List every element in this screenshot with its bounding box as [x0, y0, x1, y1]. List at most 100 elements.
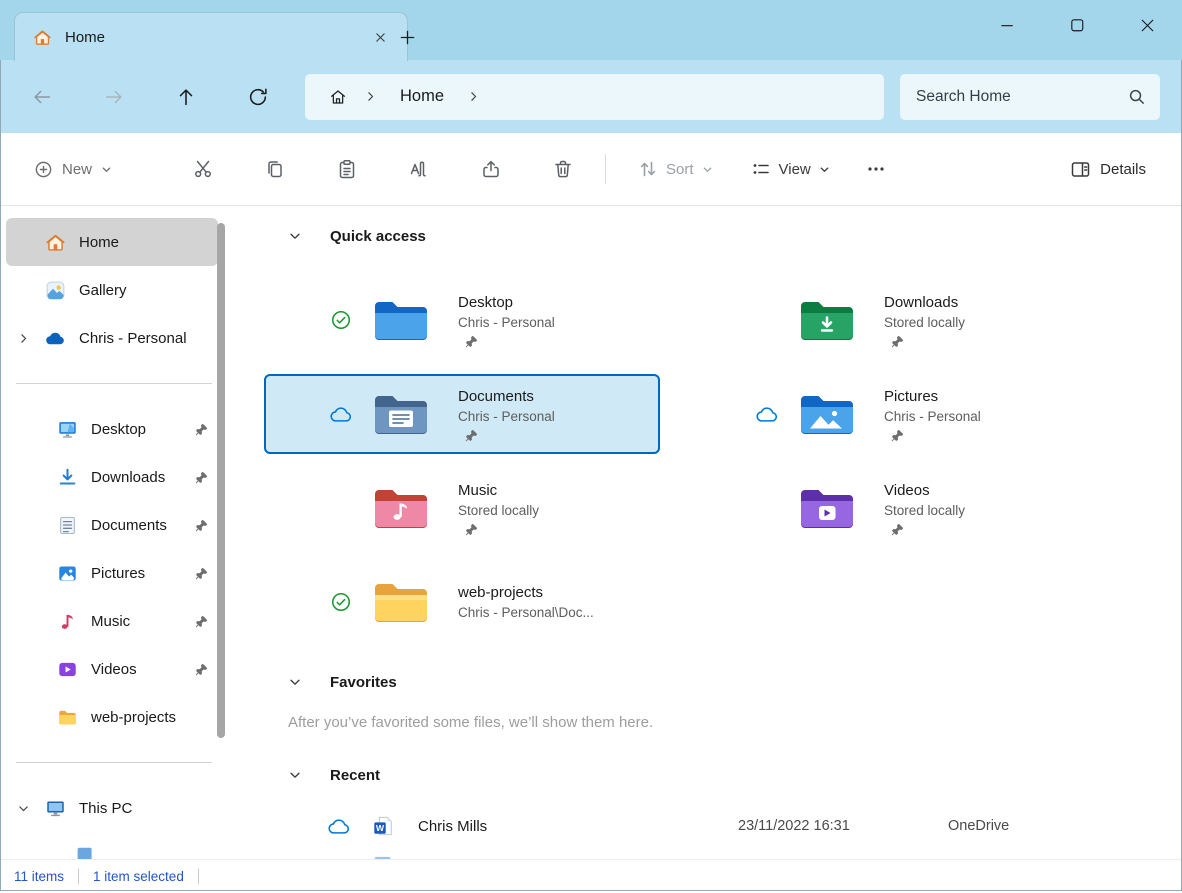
sort-icon	[638, 159, 658, 179]
sidebar-item-web-projects[interactable]: web-projects	[6, 693, 218, 741]
breadcrumb[interactable]: Home	[305, 74, 884, 120]
recent-file-row-partial[interactable]	[264, 855, 1182, 859]
chevron-down-icon[interactable]	[288, 229, 302, 243]
file-icon	[372, 855, 394, 859]
status-bar: 11 items 1 item selected	[0, 859, 1182, 893]
item-count: 11 items	[14, 869, 64, 884]
details-pane-icon	[1070, 159, 1091, 180]
tile-subtitle: Stored locally	[884, 501, 965, 520]
downloads-icon	[55, 467, 79, 488]
sidebar-item-label: Gallery	[79, 282, 208, 299]
more-options-button[interactable]	[856, 149, 896, 189]
close-icon	[1137, 15, 1158, 36]
cut-icon	[193, 159, 213, 179]
downloads-folder-icon	[798, 297, 856, 343]
chevron-down-icon	[819, 164, 830, 175]
chevron-down-icon	[702, 164, 713, 175]
tile-name: Pictures	[884, 387, 981, 407]
recent-file-row[interactable]: W Chris Mills 23/11/2022 16:31 OneDrive	[264, 803, 1182, 849]
pin-icon	[195, 663, 208, 676]
sidebar-scrollbar[interactable]	[217, 223, 225, 738]
details-button[interactable]: Details	[1058, 150, 1158, 189]
chevron-down-icon[interactable]	[288, 768, 302, 782]
rename-icon	[409, 159, 429, 179]
tab-home[interactable]: Home	[14, 12, 408, 61]
share-button[interactable]	[469, 147, 513, 191]
copy-button[interactable]	[253, 147, 297, 191]
back-button[interactable]	[20, 75, 64, 119]
sidebar-item-home[interactable]: Home	[6, 218, 218, 266]
sidebar-item-this-pc[interactable]: This PC	[6, 784, 218, 832]
sidebar-item-label: Music	[91, 613, 183, 630]
sync-status-icon	[328, 591, 354, 613]
paste-button[interactable]	[325, 147, 369, 191]
view-button[interactable]: View	[739, 150, 842, 188]
sidebar-item-gallery[interactable]: Gallery	[6, 266, 218, 314]
pictures-folder-icon	[798, 391, 856, 437]
minimize-button[interactable]	[972, 0, 1042, 50]
forward-icon	[103, 86, 125, 108]
pin-icon	[465, 429, 478, 442]
close-button[interactable]	[1112, 0, 1182, 50]
search-icon[interactable]	[1127, 87, 1146, 106]
tile-desktop[interactable]: Desktop Chris - Personal	[264, 280, 660, 360]
selection-count: 1 item selected	[93, 869, 184, 884]
tab-close-icon[interactable]	[367, 24, 393, 50]
sidebar-item-onedrive[interactable]: Chris - Personal	[6, 314, 218, 362]
desktop-icon	[55, 419, 79, 440]
videos-folder-icon	[798, 485, 856, 531]
chevron-right-icon[interactable]	[467, 90, 480, 103]
forward-button[interactable]	[92, 75, 136, 119]
cloud-status-icon	[328, 406, 354, 423]
minimize-icon	[997, 15, 1018, 36]
chevron-down-icon[interactable]	[288, 675, 302, 689]
delete-button[interactable]	[541, 147, 585, 191]
tile-name: Videos	[884, 481, 965, 501]
back-icon	[31, 86, 53, 108]
up-button[interactable]	[164, 75, 208, 119]
sort-button[interactable]: Sort	[626, 150, 725, 188]
section-quick-access[interactable]: Quick access	[264, 222, 1182, 250]
sidebar-item-videos[interactable]: Videos	[6, 645, 218, 693]
chevron-right-icon[interactable]	[16, 332, 31, 345]
documents-folder-icon	[372, 391, 430, 437]
maximize-icon	[1067, 15, 1088, 36]
more-icon	[866, 159, 886, 179]
section-favorites[interactable]: Favorites	[264, 668, 1182, 696]
pin-icon	[195, 519, 208, 532]
sidebar-item-label: Downloads	[91, 469, 183, 486]
section-recent[interactable]: Recent	[264, 761, 1182, 789]
chevron-down-icon[interactable]	[16, 802, 31, 815]
tile-documents[interactable]: Documents Chris - Personal	[264, 374, 660, 454]
tile-videos[interactable]: Videos Stored locally	[690, 468, 1086, 548]
sidebar-item-music[interactable]: Music	[6, 597, 218, 645]
sidebar-item-partial[interactable]	[6, 832, 218, 859]
window-controls	[972, 0, 1182, 50]
cut-button[interactable]	[181, 147, 225, 191]
tile-web-projects[interactable]: web-projects Chris - Personal\Doc...	[264, 562, 660, 642]
tile-pictures[interactable]: Pictures Chris - Personal	[690, 374, 1086, 454]
sidebar-item-documents[interactable]: Documents	[6, 501, 218, 549]
refresh-button[interactable]	[236, 75, 280, 119]
pin-icon	[195, 471, 208, 484]
search-input[interactable]	[914, 87, 1127, 107]
tile-name: Downloads	[884, 293, 965, 313]
sidebar-item-pictures[interactable]: Pictures	[6, 549, 218, 597]
new-button[interactable]: New	[24, 151, 148, 188]
sidebar-divider	[16, 762, 212, 763]
rename-button[interactable]	[397, 147, 441, 191]
sidebar-item-downloads[interactable]: Downloads	[6, 453, 218, 501]
command-icons	[181, 147, 613, 191]
home-icon	[33, 28, 52, 47]
pin-icon	[195, 567, 208, 580]
breadcrumb-item-home[interactable]: Home	[394, 85, 450, 108]
word-file-icon: W	[372, 815, 394, 837]
new-tab-button[interactable]	[392, 22, 422, 52]
this-pc-icon	[43, 798, 67, 819]
navigation-bar: Home	[0, 60, 1182, 133]
tile-downloads[interactable]: Downloads Stored locally	[690, 280, 1086, 360]
tile-music[interactable]: Music Stored locally	[264, 468, 660, 548]
details-button-label: Details	[1100, 161, 1146, 178]
sidebar-item-desktop[interactable]: Desktop	[6, 405, 218, 453]
maximize-button[interactable]	[1042, 0, 1112, 50]
